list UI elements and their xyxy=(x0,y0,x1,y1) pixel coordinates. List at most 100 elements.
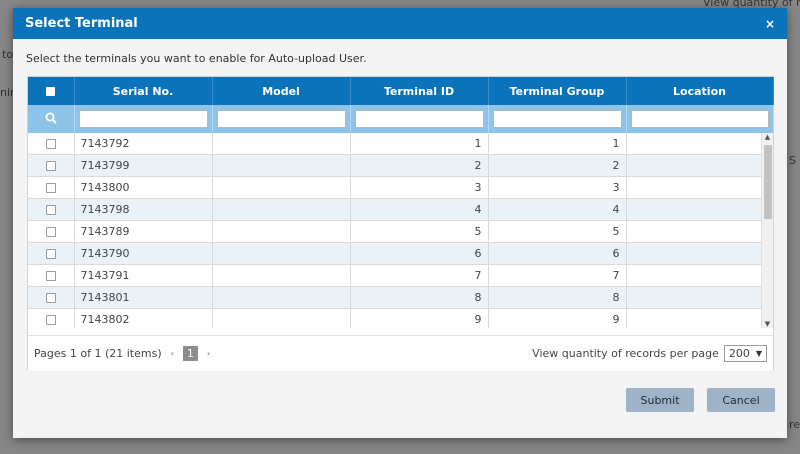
column-header-terminal-group[interactable]: Terminal Group xyxy=(488,77,627,105)
filter-cell xyxy=(350,105,489,133)
table-row[interactable]: 7143791 7 7 xyxy=(28,264,762,287)
row-checkbox[interactable] xyxy=(45,205,56,215)
vertical-scrollbar[interactable]: ▲ ▼ xyxy=(761,133,773,328)
cell-location xyxy=(626,242,762,265)
cell-serial: 7143802 xyxy=(74,308,213,328)
row-checkbox[interactable] xyxy=(45,315,56,325)
table-row[interactable]: 7143800 3 3 xyxy=(28,176,762,199)
cell-location xyxy=(626,286,762,309)
select-all-checkbox[interactable] xyxy=(46,87,56,96)
cell-model xyxy=(212,220,351,243)
row-checkbox[interactable] xyxy=(45,139,56,149)
table-row[interactable]: 7143801 8 8 xyxy=(28,286,762,309)
row-checkbox-cell xyxy=(28,242,75,265)
search-icon xyxy=(45,112,57,124)
cell-terminal-group: 1 xyxy=(488,133,627,155)
cell-serial: 7143791 xyxy=(74,264,213,287)
table-row[interactable]: 7143790 6 6 xyxy=(28,242,762,265)
row-checkbox-cell xyxy=(28,220,75,243)
close-icon[interactable]: × xyxy=(765,18,775,30)
cell-terminal-group: 5 xyxy=(488,220,627,243)
scrollbar-thumb[interactable] xyxy=(764,145,772,219)
table-row[interactable]: 7143802 9 9 xyxy=(28,308,762,328)
filter-serial-input[interactable] xyxy=(78,110,208,128)
cell-terminal-id: 8 xyxy=(350,286,489,309)
row-checkbox[interactable] xyxy=(45,249,56,259)
cell-location xyxy=(626,308,762,328)
row-checkbox-cell xyxy=(28,308,75,328)
table-row[interactable]: 7143798 4 4 xyxy=(28,198,762,221)
cell-terminal-group: 2 xyxy=(488,154,627,177)
cell-terminal-id: 7 xyxy=(350,264,489,287)
cell-location xyxy=(626,220,762,243)
row-checkbox-cell xyxy=(28,286,75,309)
row-checkbox[interactable] xyxy=(45,183,56,193)
select-terminal-dialog: Select Terminal × Select the terminals y… xyxy=(13,8,787,438)
row-checkbox-cell xyxy=(28,133,75,155)
cell-serial: 7143799 xyxy=(74,154,213,177)
filter-row xyxy=(28,105,774,133)
row-checkbox-cell xyxy=(28,154,75,177)
cell-model xyxy=(212,242,351,265)
filter-terminal-id-input[interactable] xyxy=(354,110,484,128)
row-checkbox[interactable] xyxy=(45,271,56,281)
cell-model xyxy=(212,154,351,177)
cell-location xyxy=(626,198,762,221)
cell-model xyxy=(212,176,351,199)
cell-terminal-id: 9 xyxy=(350,308,489,328)
column-header-serial[interactable]: Serial No. xyxy=(74,77,213,105)
column-header-location[interactable]: Location xyxy=(626,77,774,105)
column-header-model[interactable]: Model xyxy=(212,77,351,105)
scroll-up-icon[interactable]: ▲ xyxy=(762,133,773,141)
cell-serial: 7143800 xyxy=(74,176,213,199)
row-checkbox[interactable] xyxy=(45,227,56,237)
cell-terminal-group: 3 xyxy=(488,176,627,199)
scroll-down-icon[interactable]: ▼ xyxy=(762,320,773,328)
cell-serial: 7143789 xyxy=(74,220,213,243)
filter-cell xyxy=(212,105,351,133)
submit-button[interactable]: Submit xyxy=(626,388,694,412)
dialog-title: Select Terminal xyxy=(25,16,138,31)
filter-search-cell xyxy=(28,105,75,133)
table-row[interactable]: 7143789 5 5 xyxy=(28,220,762,243)
cancel-button[interactable]: Cancel xyxy=(707,388,775,412)
next-page-icon[interactable]: › xyxy=(204,349,213,358)
records-per-page-value: 200 xyxy=(728,346,750,360)
cell-location xyxy=(626,264,762,287)
records-per-page-select[interactable]: 200 ▼ xyxy=(723,344,767,362)
records-per-page-label: View quantity of records per page xyxy=(532,346,719,360)
cell-terminal-id: 5 xyxy=(350,220,489,243)
filter-terminal-group-input[interactable] xyxy=(492,110,622,128)
cell-terminal-id: 6 xyxy=(350,242,489,265)
row-checkbox-cell xyxy=(28,198,75,221)
cell-terminal-group: 8 xyxy=(488,286,627,309)
select-all-cell xyxy=(28,77,75,105)
grid-header-table: Serial No. Model Terminal ID Terminal Gr… xyxy=(28,77,774,133)
pager-info: Pages 1 of 1 (21 items) xyxy=(34,346,162,360)
column-header-terminal-id[interactable]: Terminal ID xyxy=(350,77,489,105)
filter-cell xyxy=(488,105,627,133)
filter-location-input[interactable] xyxy=(630,110,769,128)
cell-model xyxy=(212,264,351,287)
grid-body[interactable]: 7143792 1 1 7143799 2 2 7143800 3 3 7143798 4 4 7143… xyxy=(28,133,773,328)
prev-page-icon[interactable]: ‹ xyxy=(168,349,177,358)
page-number-button[interactable]: 1 xyxy=(182,345,198,361)
filter-model-input[interactable] xyxy=(216,110,346,128)
row-checkbox[interactable] xyxy=(45,293,56,303)
cell-terminal-group: 6 xyxy=(488,242,627,265)
cell-terminal-group: 9 xyxy=(488,308,627,328)
cell-terminal-id: 2 xyxy=(350,154,489,177)
header-row: Serial No. Model Terminal ID Terminal Gr… xyxy=(28,77,774,105)
cell-terminal-group: 4 xyxy=(488,198,627,221)
chevron-down-icon: ▼ xyxy=(755,348,762,358)
table-row[interactable]: 7143799 2 2 xyxy=(28,154,762,177)
cell-terminal-id: 1 xyxy=(350,133,489,155)
pager-left: Pages 1 of 1 (21 items) ‹ 1 › xyxy=(34,345,213,361)
cell-location xyxy=(626,154,762,177)
grid-rows: 7143792 1 1 7143799 2 2 7143800 3 3 7143798 4 4 7143… xyxy=(28,133,762,328)
row-checkbox[interactable] xyxy=(45,161,56,171)
cell-terminal-id: 3 xyxy=(350,176,489,199)
table-row[interactable]: 7143792 1 1 xyxy=(28,133,762,155)
cell-serial: 7143790 xyxy=(74,242,213,265)
cell-terminal-group: 7 xyxy=(488,264,627,287)
